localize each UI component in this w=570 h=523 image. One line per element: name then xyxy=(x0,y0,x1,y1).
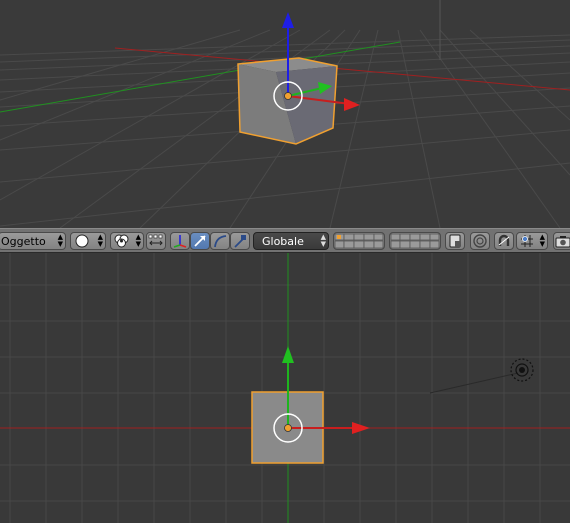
snap-arrows-icon xyxy=(148,234,163,246)
layer-grid-icon xyxy=(390,233,440,249)
pivot-point-icon xyxy=(114,234,129,248)
front-ortho-viewport[interactable] xyxy=(0,253,570,523)
object-mode-select[interactable]: Oggetto ▲ ▼ xyxy=(0,232,66,250)
perspective-viewport[interactable] xyxy=(0,0,570,228)
scene-layers-group-1[interactable] xyxy=(333,232,385,250)
rotate-arc-icon xyxy=(214,235,227,248)
rotate-tool-button[interactable] xyxy=(210,232,230,250)
manipulator-axes-icon xyxy=(173,235,187,248)
object-mode-label: Oggetto xyxy=(1,234,46,248)
viewport-shading-select[interactable]: ▲ ▼ xyxy=(70,232,106,250)
scale-handle-icon xyxy=(234,235,246,248)
render-button[interactable] xyxy=(553,232,570,250)
layer-grid-icon xyxy=(334,233,384,249)
snap-center-button[interactable] xyxy=(146,232,166,250)
transform-orientation-label: Globale xyxy=(262,234,304,248)
proportional-edit-button[interactable] xyxy=(470,232,490,250)
proportional-edit-icon xyxy=(473,234,487,248)
viewport-header: Oggetto ▲ ▼ ▲ ▼ ▲ ▼ Globale ▲ ▼ ▲ ▼ xyxy=(0,228,570,253)
lock-layer-icon xyxy=(449,234,461,248)
lamp-object[interactable] xyxy=(510,358,534,382)
scale-tool-button[interactable] xyxy=(230,232,250,250)
perspective-grid xyxy=(0,0,570,228)
ortho-grid xyxy=(0,253,570,523)
blender-window: Oggetto ▲ ▼ ▲ ▼ ▲ ▼ Globale ▲ ▼ ▲ ▼ xyxy=(0,0,570,523)
lock-camera-layers-button[interactable] xyxy=(445,232,465,250)
solid-sphere-icon xyxy=(75,234,89,248)
translate-tool-button[interactable] xyxy=(190,232,210,250)
x-axis-line xyxy=(114,47,570,91)
snap-element-select[interactable]: ▲ ▼ xyxy=(516,232,548,250)
translate-arrow-icon xyxy=(194,235,206,247)
up-down-arrows-icon: ▲ ▼ xyxy=(57,233,63,248)
transform-orientation-select[interactable]: Globale ▲ ▼ xyxy=(253,232,329,250)
scene-layers-group-2[interactable] xyxy=(389,232,441,250)
camera-icon xyxy=(555,236,570,248)
manipulator-toggle-button[interactable] xyxy=(170,232,190,250)
pivot-point-select[interactable]: ▲ ▼ xyxy=(110,232,144,250)
magnet-icon xyxy=(498,234,510,246)
snap-increment-icon xyxy=(521,235,533,247)
snap-toggle-button[interactable] xyxy=(494,232,514,250)
